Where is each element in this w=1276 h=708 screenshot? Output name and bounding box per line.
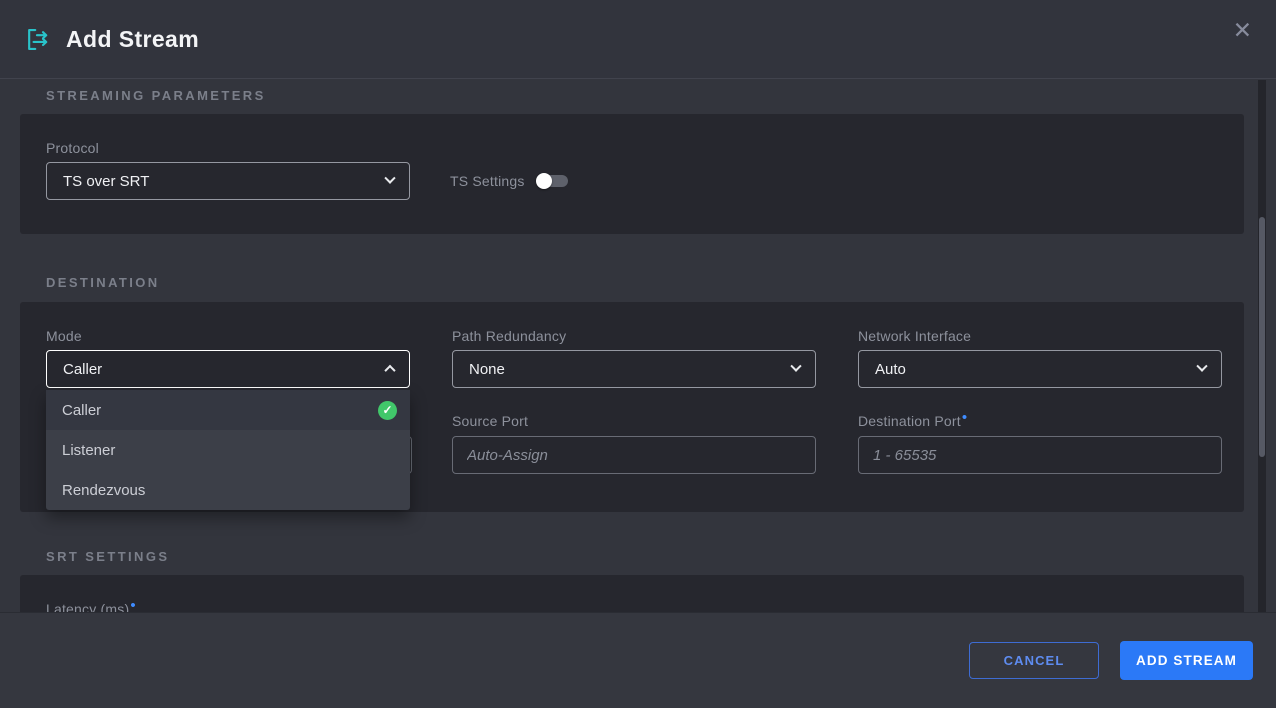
source-port-label: Source Port	[452, 413, 528, 429]
srt-settings-panel: Latency (ms)•	[20, 575, 1244, 612]
destination-panel: Mode Path Redundancy Network Interface C…	[20, 302, 1244, 512]
cancel-button[interactable]: CANCEL	[969, 642, 1099, 679]
stream-out-icon	[24, 26, 51, 53]
source-port-input[interactable]	[452, 436, 816, 474]
mode-value: Caller	[63, 361, 102, 378]
toggle-knob	[536, 173, 552, 189]
required-indicator: •	[130, 597, 135, 612]
mode-label: Mode	[46, 328, 82, 344]
protocol-value: TS over SRT	[63, 173, 149, 190]
mode-dropdown-list: Caller ✓ Listener Rendezvous	[46, 390, 410, 510]
destination-port-label: Destination Port•	[858, 413, 967, 429]
path-redundancy-label: Path Redundancy	[452, 328, 566, 344]
protocol-label: Protocol	[46, 140, 99, 156]
required-indicator: •	[962, 409, 967, 426]
latency-label: Latency (ms)•	[46, 601, 136, 612]
network-interface-select[interactable]: Auto	[858, 350, 1222, 388]
modal-footer: CANCEL ADD STREAM	[0, 612, 1276, 708]
mode-select[interactable]: Caller	[46, 350, 410, 388]
add-stream-modal: Add Stream ✕ STREAMING PARAMETERS Protoc…	[0, 0, 1276, 708]
mode-option-rendezvous[interactable]: Rendezvous	[46, 470, 410, 510]
close-icon[interactable]: ✕	[1233, 19, 1252, 42]
section-heading-destination: DESTINATION	[46, 275, 160, 290]
mode-option-caller[interactable]: Caller ✓	[46, 390, 410, 430]
chevron-down-icon	[1196, 361, 1207, 372]
mode-option-listener[interactable]: Listener	[46, 430, 410, 470]
section-heading-streaming-parameters: STREAMING PARAMETERS	[46, 88, 266, 103]
path-redundancy-value: None	[469, 361, 505, 378]
modal-header: Add Stream ✕	[0, 0, 1276, 79]
destination-port-input[interactable]	[858, 436, 1222, 474]
network-interface-label: Network Interface	[858, 328, 971, 344]
ts-settings-row: TS Settings	[450, 162, 568, 200]
streaming-parameters-panel: Protocol TS over SRT TS Settings	[20, 114, 1244, 234]
modal-body: STREAMING PARAMETERS Protocol TS over SR…	[0, 80, 1276, 612]
check-icon: ✓	[378, 401, 397, 420]
path-redundancy-select[interactable]: None	[452, 350, 816, 388]
protocol-select[interactable]: TS over SRT	[46, 162, 410, 200]
modal-title: Add Stream	[66, 26, 199, 53]
network-interface-value: Auto	[875, 361, 906, 378]
ts-settings-toggle[interactable]	[538, 175, 568, 187]
ts-settings-label: TS Settings	[450, 173, 525, 189]
chevron-down-icon	[790, 361, 801, 372]
scrollbar-thumb[interactable]	[1259, 217, 1265, 457]
chevron-up-icon	[384, 365, 395, 376]
chevron-down-icon	[384, 173, 395, 184]
section-heading-srt-settings: SRT SETTINGS	[46, 549, 169, 564]
add-stream-button[interactable]: ADD STREAM	[1120, 641, 1253, 680]
